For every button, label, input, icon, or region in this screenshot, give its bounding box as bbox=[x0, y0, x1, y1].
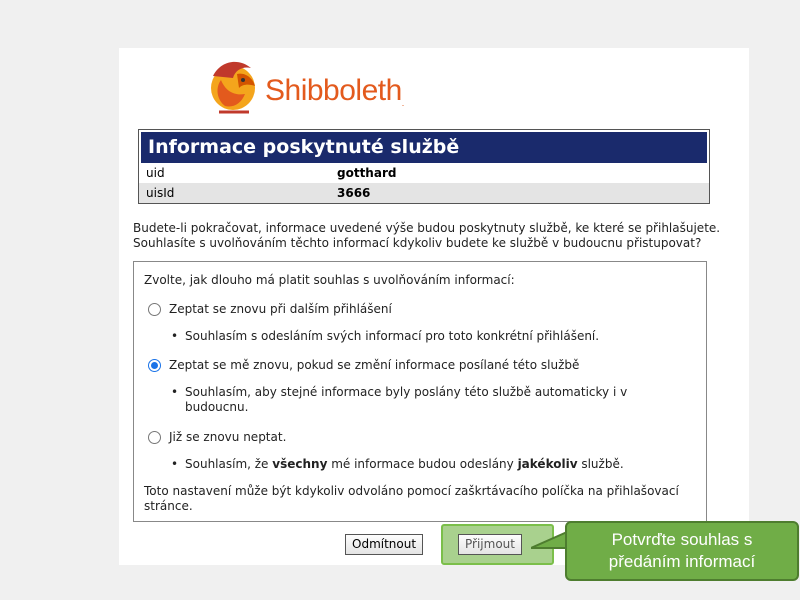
callout-line: Potvrďte souhlas s bbox=[611, 530, 753, 549]
consent-option-ask-next-login[interactable]: Zeptat se znovu při dalším přihlášení bbox=[148, 302, 392, 316]
consent-heading: Zvolte, jak dlouho má platit souhlas s u… bbox=[144, 273, 515, 287]
consent-option-never-ask[interactable]: Již se znovu neptat. bbox=[148, 430, 286, 444]
table-row: uisId 3666 bbox=[139, 183, 709, 203]
attribute-value: 3666 bbox=[337, 186, 371, 200]
bullet-icon: • bbox=[171, 329, 179, 343]
attributes-table-title: Informace poskytnuté službě bbox=[139, 130, 709, 163]
instruction-callout: Potvrďte souhlas s předáním informací bbox=[565, 521, 799, 581]
attribute-name: uisId bbox=[146, 186, 175, 200]
radio-ask-next-login[interactable] bbox=[148, 302, 161, 316]
table-row: uid gotthard bbox=[139, 163, 709, 183]
revocation-note: Toto nastavení může být kdykoliv odvolán… bbox=[144, 484, 679, 513]
logo-wordmark: Shibboleth. bbox=[265, 74, 404, 108]
shibboleth-logo: Shibboleth. bbox=[203, 54, 423, 118]
radio-ask-on-change[interactable] bbox=[148, 358, 161, 372]
option-label[interactable]: Zeptat se mě znovu, pokud se změní infor… bbox=[169, 358, 579, 372]
consent-option-ask-on-change[interactable]: Zeptat se mě znovu, pokud se změní infor… bbox=[148, 358, 579, 372]
intro-text: Budete-li pokračovat, informace uvedené … bbox=[133, 221, 721, 250]
option-label[interactable]: Již se znovu neptat. bbox=[169, 430, 286, 444]
option-label[interactable]: Zeptat se znovu při dalším přihlášení bbox=[169, 302, 392, 316]
bullet-icon: • bbox=[171, 457, 179, 471]
option-detail: • Souhlasím, aby stejné informace byly p… bbox=[171, 385, 628, 414]
attributes-table: Informace poskytnuté službě uid gotthard… bbox=[138, 129, 710, 204]
reject-button[interactable]: Odmítnout bbox=[345, 534, 423, 555]
radio-never-ask[interactable] bbox=[148, 430, 161, 444]
attribute-value: gotthard bbox=[337, 166, 397, 180]
option-detail: • Souhlasím, že všechny mé informace bud… bbox=[171, 457, 624, 471]
callout-line: předáním informací bbox=[608, 552, 756, 571]
option-detail: • Souhlasím s odesláním svých informací … bbox=[171, 329, 600, 343]
griffin-logo-icon bbox=[211, 61, 255, 114]
attribute-name: uid bbox=[146, 166, 165, 180]
consent-duration-box: Zvolte, jak dlouho má platit souhlas s u… bbox=[133, 261, 707, 522]
consent-page: Shibboleth. Informace poskytnuté službě … bbox=[119, 48, 749, 565]
accept-button[interactable]: Přijmout bbox=[458, 534, 522, 555]
bullet-icon: • bbox=[171, 385, 179, 399]
